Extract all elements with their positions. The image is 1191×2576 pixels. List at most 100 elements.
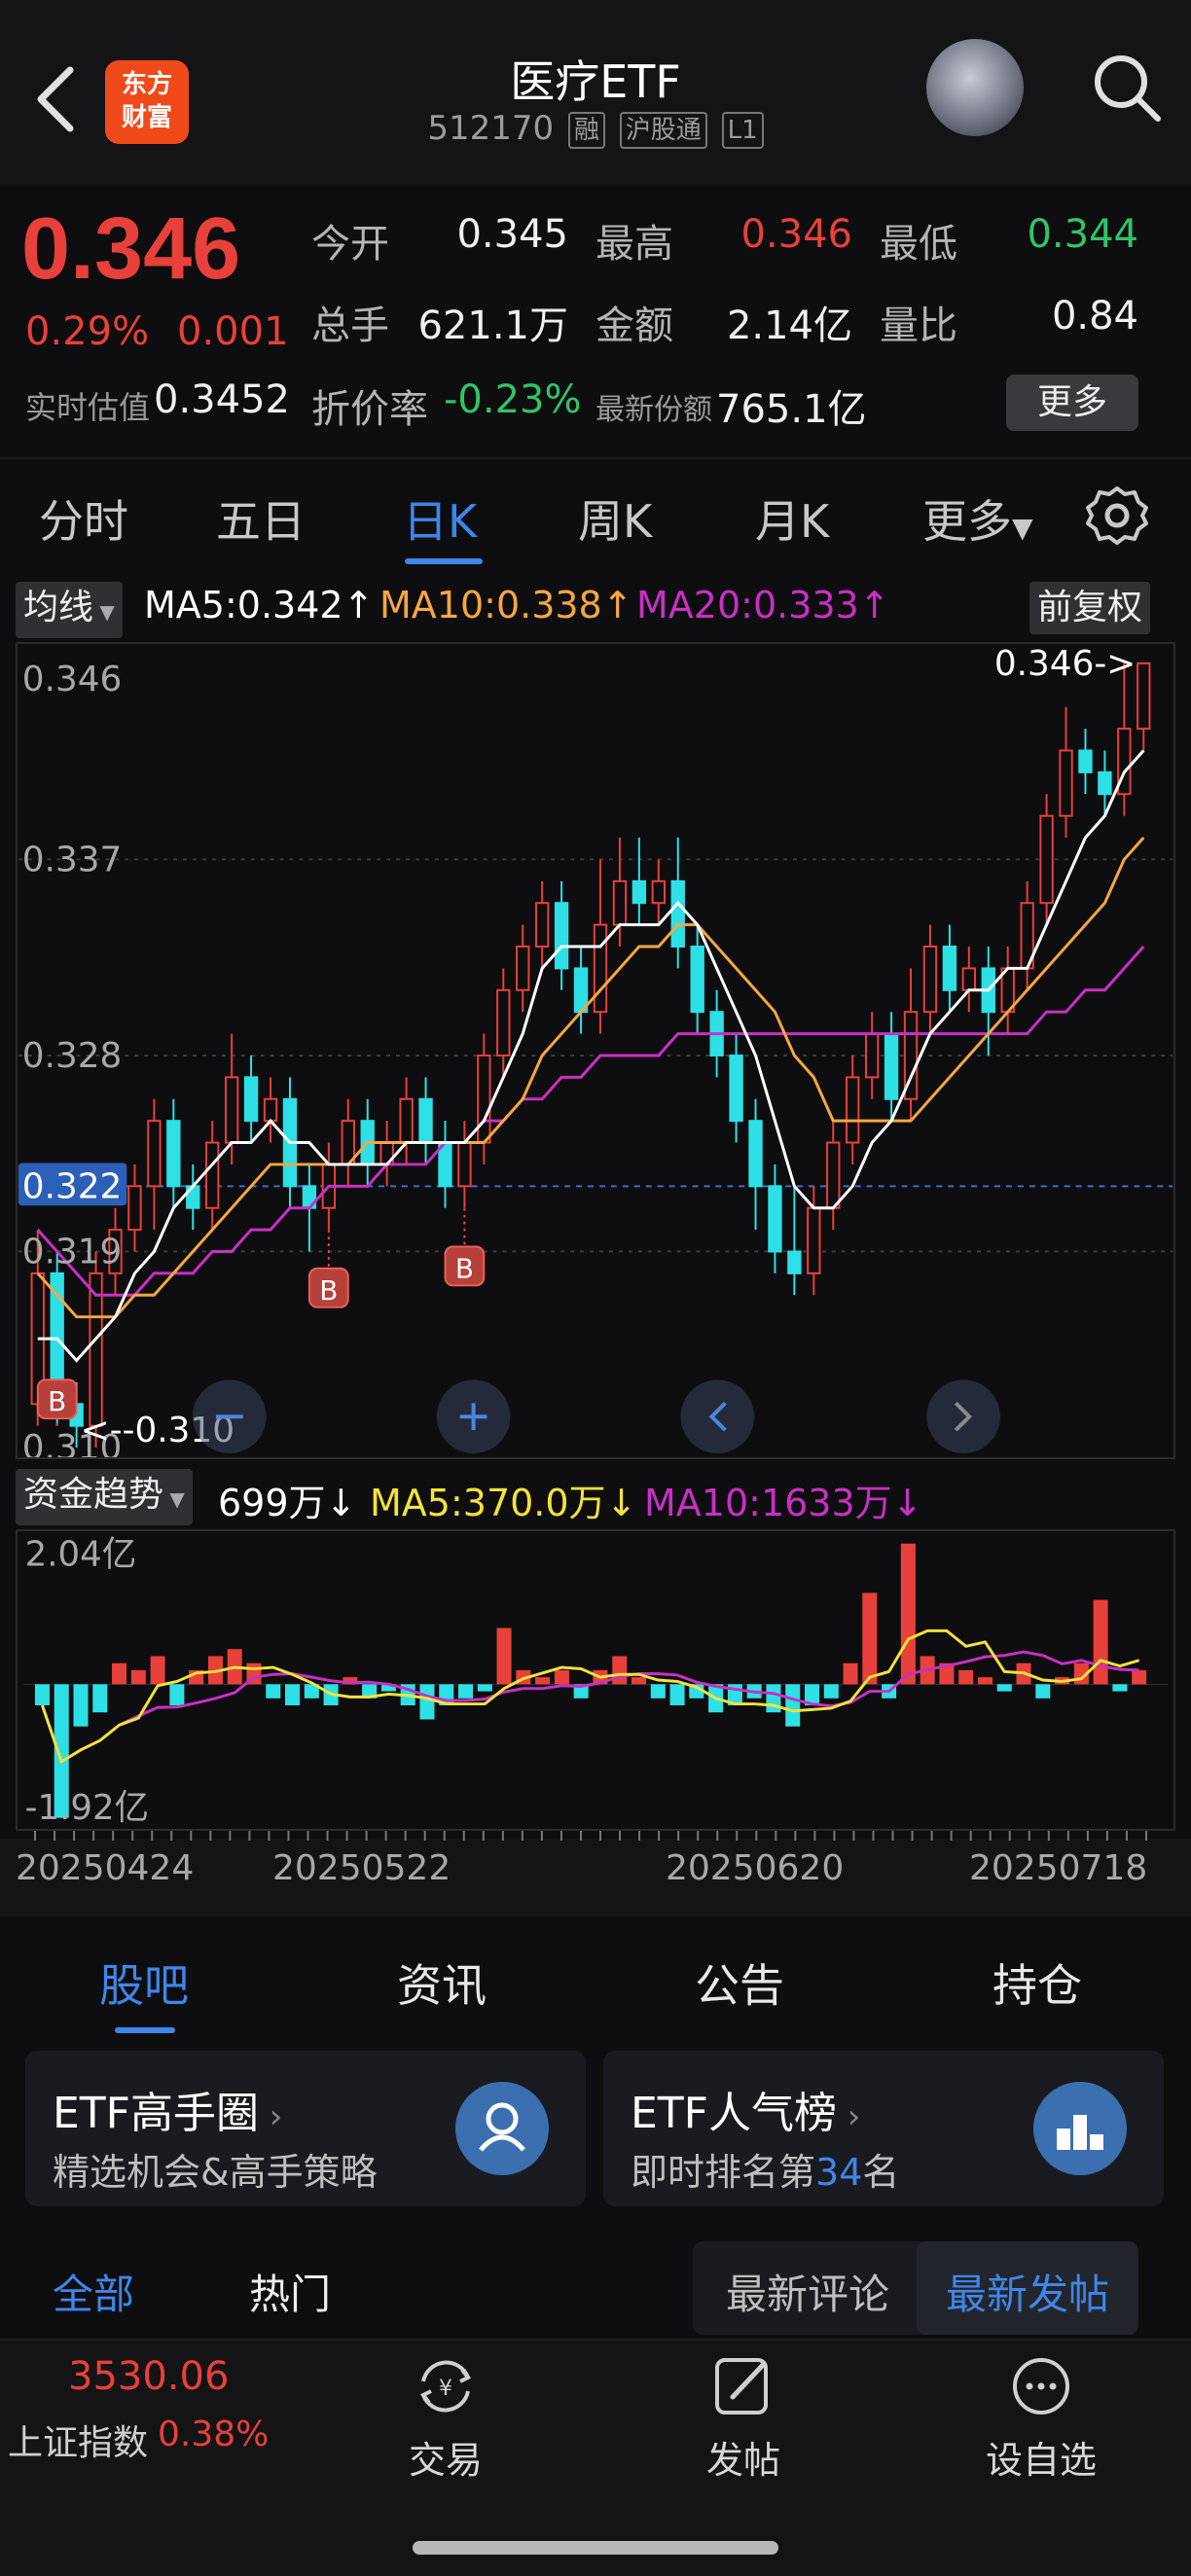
x-label-2: 20250522: [272, 1848, 451, 1888]
down-arrow-icon: ↓: [605, 1482, 637, 1524]
candle-up: [399, 1097, 414, 1144]
robot-assistant-icon[interactable]: [926, 39, 1024, 136]
shares-label: 最新份额: [596, 393, 712, 427]
post-button[interactable]: 发帖: [666, 2352, 821, 2484]
flow-top-label: 2.04亿: [25, 1535, 137, 1575]
candle-up: [1137, 662, 1151, 731]
high-value: 0.346: [740, 212, 852, 257]
tab-announcements[interactable]: 公告: [695, 1950, 784, 2015]
inflow-bar: [1093, 1599, 1108, 1685]
candle-up: [826, 1141, 841, 1209]
tab-more-periods[interactable]: 更多▼: [922, 486, 1033, 551]
tab-five-day[interactable]: 五日: [216, 486, 306, 551]
tab-intraday[interactable]: 分时: [39, 486, 128, 551]
dropdown-triangle-icon: ▼: [93, 600, 115, 624]
candle-up: [477, 1054, 491, 1144]
inflow-bar: [112, 1663, 127, 1685]
filter-all[interactable]: 全部: [53, 2262, 134, 2321]
outflow-bar: [650, 1684, 666, 1699]
index-value[interactable]: 3530.06: [68, 2354, 229, 2399]
last-price: 0.346: [21, 200, 241, 298]
expert-group-icon: [455, 2082, 549, 2175]
ma-selector[interactable]: 均线 ▼: [16, 582, 123, 638]
trade-button[interactable]: ¥ 交易: [368, 2352, 523, 2484]
content-tab-underline: [115, 2027, 175, 2033]
chevron-right-icon: ›: [259, 2097, 283, 2136]
ma5-value: MA5:0.342: [144, 584, 343, 626]
tab-monthly-k[interactable]: 月K: [755, 486, 829, 551]
gear-icon[interactable]: [1086, 484, 1148, 547]
candle-down: [418, 1097, 433, 1144]
etf-expert-circle-card[interactable]: ETF高手圈 › 精选机会&高手策略: [25, 2051, 586, 2206]
tab-forum[interactable]: 股吧: [99, 1950, 189, 2015]
candle-up: [846, 1076, 860, 1144]
inflow-bar: [1132, 1669, 1147, 1685]
dropdown-triangle-icon: ▼: [163, 1487, 185, 1511]
filter-hot[interactable]: 热门: [249, 2262, 331, 2321]
more-dots-icon: [1013, 2358, 1069, 2415]
volume-ratio-label: 量比: [880, 304, 957, 348]
up-arrow-icon: ↑: [601, 584, 633, 626]
fund-flow-chart[interactable]: 2.04亿 -1.92亿: [16, 1529, 1175, 1831]
candle-down: [670, 879, 685, 948]
candle-down: [729, 1054, 743, 1123]
amount-label: 金额: [596, 304, 673, 348]
up-arrow-icon: ↑: [858, 584, 890, 626]
add-watchlist-button[interactable]: 设自选: [963, 2352, 1119, 2484]
down-arrow-icon: ↓: [325, 1482, 357, 1524]
outflow-bar: [477, 1684, 492, 1692]
search-icon[interactable]: [1088, 49, 1166, 126]
ma20-readout: MA20:0.333↑: [636, 584, 890, 626]
flow-selector[interactable]: 资金趋势 ▼: [16, 1469, 193, 1525]
low-value: 0.344: [1027, 212, 1138, 257]
inflow-bar: [631, 1677, 647, 1685]
scroll-left-button[interactable]: [680, 1379, 755, 1454]
inflow-bar: [958, 1669, 974, 1685]
volume-value: 621.1万: [417, 304, 568, 348]
add-watchlist-label: 设自选: [985, 2439, 1097, 2482]
scroll-right-button[interactable]: [926, 1379, 1001, 1454]
inflow-bar: [843, 1663, 858, 1685]
stock-code: 512170: [427, 109, 555, 148]
flow-value: 699万: [218, 1482, 326, 1524]
candle-down: [942, 946, 957, 991]
inflow-bar: [535, 1677, 551, 1685]
realtime-label: 实时估值: [25, 389, 151, 426]
down-arrow-icon: ↓: [891, 1482, 923, 1524]
change-percent: 0.29%: [25, 309, 150, 354]
date-axis-ticks: [34, 1831, 1147, 1841]
candle-down: [243, 1076, 259, 1123]
x-label-1: 20250424: [16, 1848, 195, 1888]
index-name[interactable]: 上证指数: [8, 2415, 148, 2465]
flow-ma5-value: MA5:370.0万: [370, 1482, 606, 1524]
sort-latest-comment[interactable]: 最新评论: [726, 2262, 889, 2321]
adjust-selector[interactable]: 前复权: [1029, 582, 1151, 634]
more-quote-button[interactable]: 更多: [1006, 375, 1138, 431]
outflow-bar: [419, 1684, 435, 1720]
outflow-bar: [458, 1684, 474, 1699]
card-subtitle: 精选机会&高手策略: [53, 2151, 378, 2194]
inflow-bar: [977, 1677, 992, 1685]
tab-news[interactable]: 资讯: [397, 1950, 487, 2015]
etf-popularity-card[interactable]: ETF人气榜 › 即时排名第34名: [603, 2051, 1164, 2206]
inflow-bar: [554, 1669, 569, 1685]
card-title-text: ETF高手圈: [53, 2089, 259, 2138]
tab-holdings[interactable]: 持仓: [992, 1950, 1082, 2015]
outflow-bar: [785, 1684, 801, 1727]
tab-weekly-k[interactable]: 周K: [578, 486, 652, 551]
candle-up: [1059, 749, 1073, 817]
inflow-bar: [130, 1669, 146, 1685]
sort-latest-post[interactable]: 最新发帖: [946, 2262, 1109, 2321]
trade-label: 交易: [408, 2439, 483, 2482]
candle-down: [1098, 770, 1112, 796]
candle-up: [1039, 814, 1054, 905]
candle-down: [632, 879, 647, 905]
candle-up: [651, 879, 666, 905]
tab-daily-k[interactable]: 日K: [403, 486, 477, 551]
candle-up: [457, 1141, 472, 1188]
card-title-text: ETF人气榜: [631, 2089, 837, 2138]
tag-stock-connect: 沪股通: [619, 111, 707, 149]
kline-chart[interactable]: 0.3460.3370.3280.3220.3190.310 0.346-><-…: [16, 642, 1175, 1459]
flow-ma5-readout: MA5:370.0万↓: [370, 1473, 636, 1526]
inflow-bar: [496, 1628, 512, 1685]
